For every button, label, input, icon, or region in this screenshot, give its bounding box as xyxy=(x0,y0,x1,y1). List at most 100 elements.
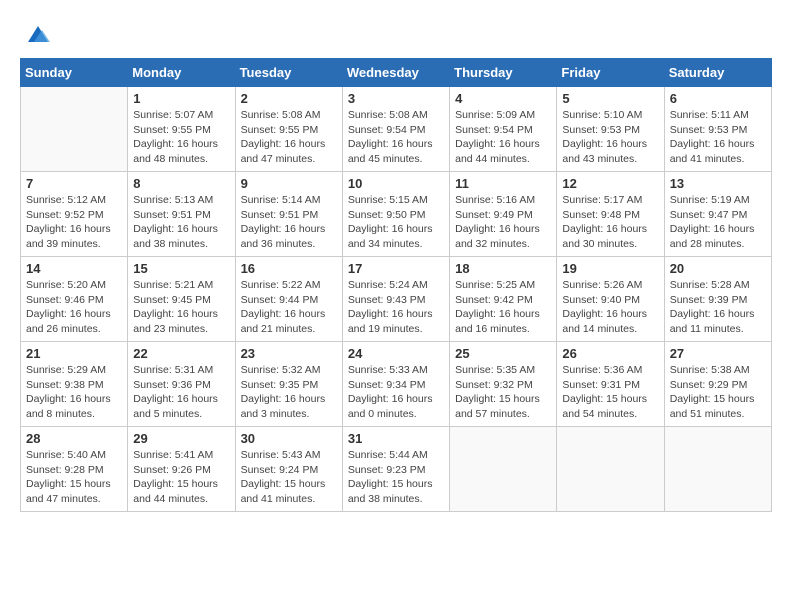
week-row-4: 21 Sunrise: 5:29 AM Sunset: 9:38 PM Dayli… xyxy=(21,342,772,427)
day-info: Sunrise: 5:38 AM Sunset: 9:29 PM Dayligh… xyxy=(670,363,766,422)
day-info: Sunrise: 5:11 AM Sunset: 9:53 PM Dayligh… xyxy=(670,108,766,167)
calendar-cell xyxy=(450,427,557,512)
calendar-cell: 6 Sunrise: 5:11 AM Sunset: 9:53 PM Daylig… xyxy=(664,87,771,172)
calendar-cell: 31 Sunrise: 5:44 AM Sunset: 9:23 PM Dayli… xyxy=(342,427,449,512)
day-number: 10 xyxy=(348,176,444,191)
calendar-cell: 28Sunrise: 5:40 AM Sunset: 9:28 PM Dayli… xyxy=(21,427,128,512)
day-info: Sunrise: 5:13 AM Sunset: 9:51 PM Dayligh… xyxy=(133,193,229,252)
week-row-1: 1Sunrise: 5:07 AM Sunset: 9:55 PM Daylig… xyxy=(21,87,772,172)
calendar-cell: 15Sunrise: 5:21 AM Sunset: 9:45 PM Dayli… xyxy=(128,257,235,342)
day-info: Sunrise: 5:44 AM Sunset: 9:23 PM Dayligh… xyxy=(348,448,444,507)
page-header xyxy=(20,20,772,48)
day-number: 23 xyxy=(241,346,337,361)
calendar-table: SundayMondayTuesdayWednesdayThursdayFrid… xyxy=(20,58,772,512)
day-info: Sunrise: 5:10 AM Sunset: 9:53 PM Dayligh… xyxy=(562,108,658,167)
day-number: 5 xyxy=(562,91,658,106)
calendar-cell: 14 Sunrise: 5:20 AM Sunset: 9:46 PM Dayli… xyxy=(21,257,128,342)
calendar-cell: 20 Sunrise: 5:28 AM Sunset: 9:39 PM Dayli… xyxy=(664,257,771,342)
calendar-cell: 19Sunrise: 5:26 AM Sunset: 9:40 PM Dayli… xyxy=(557,257,664,342)
calendar-cell: 5 Sunrise: 5:10 AM Sunset: 9:53 PM Daylig… xyxy=(557,87,664,172)
day-number: 27 xyxy=(670,346,766,361)
day-info: Sunrise: 5:09 AM Sunset: 9:54 PM Dayligh… xyxy=(455,108,551,167)
day-number: 25 xyxy=(455,346,551,361)
calendar-cell: 10 Sunrise: 5:15 AM Sunset: 9:50 PM Dayli… xyxy=(342,172,449,257)
day-info: Sunrise: 5:22 AM Sunset: 9:44 PM Dayligh… xyxy=(241,278,337,337)
calendar-cell: 16 Sunrise: 5:22 AM Sunset: 9:44 PM Dayli… xyxy=(235,257,342,342)
calendar-cell: 1Sunrise: 5:07 AM Sunset: 9:55 PM Daylig… xyxy=(128,87,235,172)
calendar-cell: 2Sunrise: 5:08 AM Sunset: 9:55 PM Daylig… xyxy=(235,87,342,172)
day-info: Sunrise: 5:28 AM Sunset: 9:39 PM Dayligh… xyxy=(670,278,766,337)
day-info: Sunrise: 5:24 AM Sunset: 9:43 PM Dayligh… xyxy=(348,278,444,337)
day-number: 14 xyxy=(26,261,122,276)
col-header-saturday: Saturday xyxy=(664,59,771,87)
day-number: 28 xyxy=(26,431,122,446)
calendar-cell: 11Sunrise: 5:16 AM Sunset: 9:49 PM Dayli… xyxy=(450,172,557,257)
day-number: 21 xyxy=(26,346,122,361)
day-number: 26 xyxy=(562,346,658,361)
col-header-monday: Monday xyxy=(128,59,235,87)
day-info: Sunrise: 5:15 AM Sunset: 9:50 PM Dayligh… xyxy=(348,193,444,252)
day-info: Sunrise: 5:35 AM Sunset: 9:32 PM Dayligh… xyxy=(455,363,551,422)
calendar-cell: 4 Sunrise: 5:09 AM Sunset: 9:54 PM Daylig… xyxy=(450,87,557,172)
day-number: 19 xyxy=(562,261,658,276)
calendar-cell: 12 Sunrise: 5:17 AM Sunset: 9:48 PM Dayli… xyxy=(557,172,664,257)
calendar-cell: 17 Sunrise: 5:24 AM Sunset: 9:43 PM Dayli… xyxy=(342,257,449,342)
calendar-cell: 29Sunrise: 5:41 AM Sunset: 9:26 PM Dayli… xyxy=(128,427,235,512)
day-info: Sunrise: 5:14 AM Sunset: 9:51 PM Dayligh… xyxy=(241,193,337,252)
day-number: 4 xyxy=(455,91,551,106)
calendar-cell: 25 Sunrise: 5:35 AM Sunset: 9:32 PM Dayli… xyxy=(450,342,557,427)
day-info: Sunrise: 5:07 AM Sunset: 9:55 PM Dayligh… xyxy=(133,108,229,167)
col-header-sunday: Sunday xyxy=(21,59,128,87)
day-number: 12 xyxy=(562,176,658,191)
day-info: Sunrise: 5:08 AM Sunset: 9:55 PM Dayligh… xyxy=(241,108,337,167)
day-number: 3 xyxy=(348,91,444,106)
calendar-cell: 27 Sunrise: 5:38 AM Sunset: 9:29 PM Dayli… xyxy=(664,342,771,427)
day-number: 31 xyxy=(348,431,444,446)
calendar-cell: 30 Sunrise: 5:43 AM Sunset: 9:24 PM Dayli… xyxy=(235,427,342,512)
day-info: Sunrise: 5:25 AM Sunset: 9:42 PM Dayligh… xyxy=(455,278,551,337)
header-row: SundayMondayTuesdayWednesdayThursdayFrid… xyxy=(21,59,772,87)
day-info: Sunrise: 5:17 AM Sunset: 9:48 PM Dayligh… xyxy=(562,193,658,252)
day-info: Sunrise: 5:29 AM Sunset: 9:38 PM Dayligh… xyxy=(26,363,122,422)
day-number: 11 xyxy=(455,176,551,191)
day-info: Sunrise: 5:20 AM Sunset: 9:46 PM Dayligh… xyxy=(26,278,122,337)
col-header-tuesday: Tuesday xyxy=(235,59,342,87)
logo xyxy=(20,20,52,48)
day-number: 9 xyxy=(241,176,337,191)
calendar-cell: 8Sunrise: 5:13 AM Sunset: 9:51 PM Daylig… xyxy=(128,172,235,257)
day-info: Sunrise: 5:36 AM Sunset: 9:31 PM Dayligh… xyxy=(562,363,658,422)
day-info: Sunrise: 5:19 AM Sunset: 9:47 PM Dayligh… xyxy=(670,193,766,252)
calendar-cell: 18 Sunrise: 5:25 AM Sunset: 9:42 PM Dayli… xyxy=(450,257,557,342)
day-number: 6 xyxy=(670,91,766,106)
day-number: 16 xyxy=(241,261,337,276)
day-info: Sunrise: 5:41 AM Sunset: 9:26 PM Dayligh… xyxy=(133,448,229,507)
logo-icon xyxy=(24,20,52,48)
day-info: Sunrise: 5:43 AM Sunset: 9:24 PM Dayligh… xyxy=(241,448,337,507)
col-header-friday: Friday xyxy=(557,59,664,87)
calendar-cell: 13 Sunrise: 5:19 AM Sunset: 9:47 PM Dayli… xyxy=(664,172,771,257)
day-number: 30 xyxy=(241,431,337,446)
calendar-cell: 3 Sunrise: 5:08 AM Sunset: 9:54 PM Daylig… xyxy=(342,87,449,172)
day-number: 22 xyxy=(133,346,229,361)
day-number: 20 xyxy=(670,261,766,276)
calendar-cell: 23 Sunrise: 5:32 AM Sunset: 9:35 PM Dayli… xyxy=(235,342,342,427)
calendar-cell: 24Sunrise: 5:33 AM Sunset: 9:34 PM Dayli… xyxy=(342,342,449,427)
week-row-5: 28Sunrise: 5:40 AM Sunset: 9:28 PM Dayli… xyxy=(21,427,772,512)
day-number: 15 xyxy=(133,261,229,276)
week-row-3: 14 Sunrise: 5:20 AM Sunset: 9:46 PM Dayli… xyxy=(21,257,772,342)
day-info: Sunrise: 5:08 AM Sunset: 9:54 PM Dayligh… xyxy=(348,108,444,167)
day-info: Sunrise: 5:12 AM Sunset: 9:52 PM Dayligh… xyxy=(26,193,122,252)
calendar-cell: 21 Sunrise: 5:29 AM Sunset: 9:38 PM Dayli… xyxy=(21,342,128,427)
calendar-cell xyxy=(664,427,771,512)
day-number: 17 xyxy=(348,261,444,276)
col-header-wednesday: Wednesday xyxy=(342,59,449,87)
day-info: Sunrise: 5:31 AM Sunset: 9:36 PM Dayligh… xyxy=(133,363,229,422)
day-info: Sunrise: 5:32 AM Sunset: 9:35 PM Dayligh… xyxy=(241,363,337,422)
calendar-cell: 9 Sunrise: 5:14 AM Sunset: 9:51 PM Daylig… xyxy=(235,172,342,257)
day-number: 13 xyxy=(670,176,766,191)
day-number: 18 xyxy=(455,261,551,276)
day-number: 7 xyxy=(26,176,122,191)
calendar-cell xyxy=(557,427,664,512)
week-row-2: 7 Sunrise: 5:12 AM Sunset: 9:52 PM Daylig… xyxy=(21,172,772,257)
day-number: 24 xyxy=(348,346,444,361)
